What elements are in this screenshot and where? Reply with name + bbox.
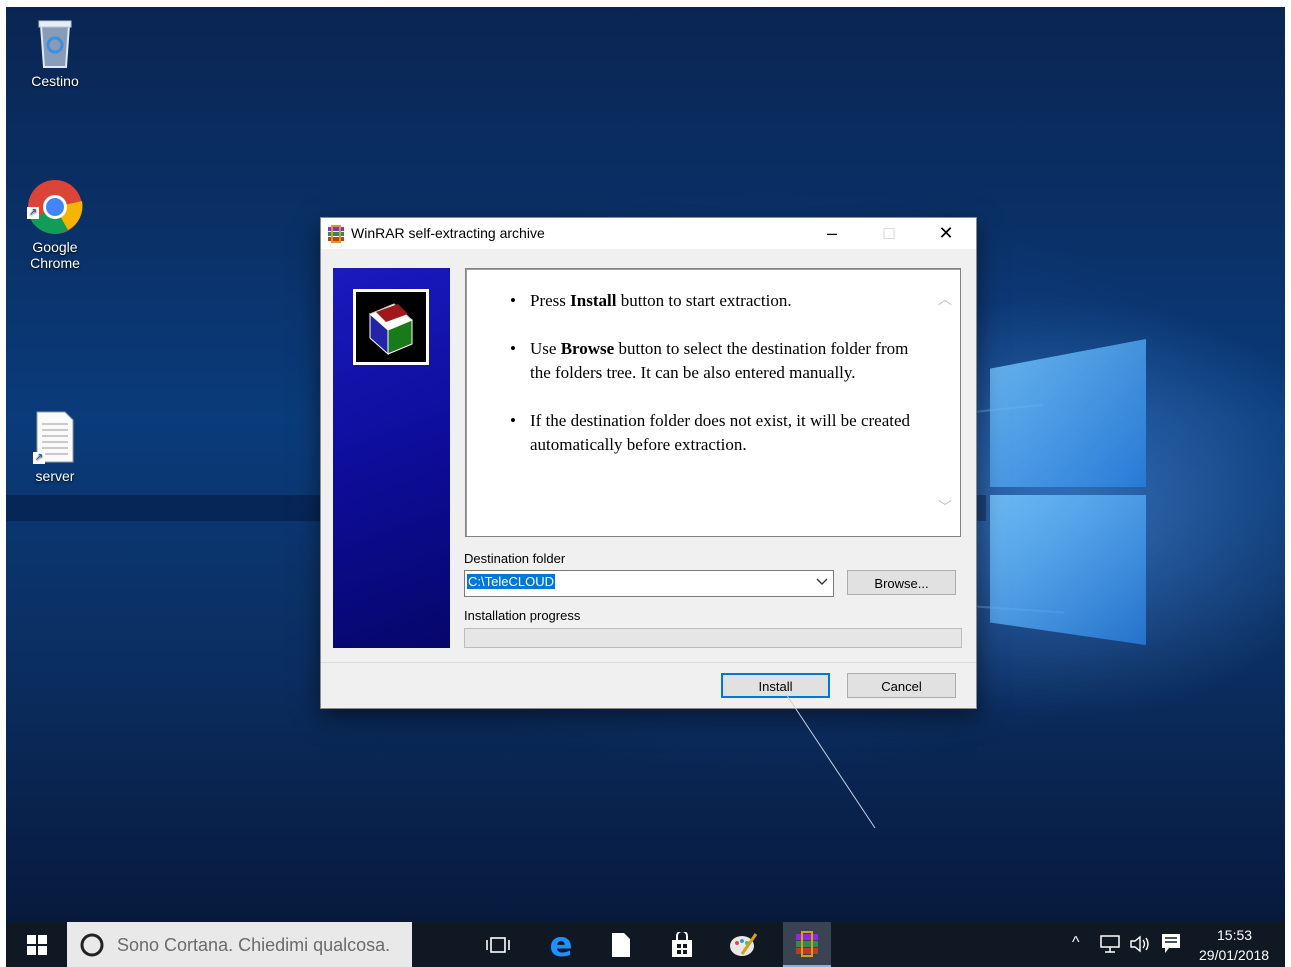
browse-button[interactable]: Browse... xyxy=(847,570,956,595)
footer-divider xyxy=(321,662,976,663)
windows-logo-pane xyxy=(990,495,1146,645)
action-center-icon[interactable] xyxy=(1161,933,1181,960)
task-view-icon[interactable] xyxy=(474,922,522,967)
scroll-down-icon[interactable]: ﹀ xyxy=(938,497,952,517)
desktop-icon-label: server xyxy=(35,468,75,484)
windows-logo-pane xyxy=(990,339,1146,487)
desktop-icon-label: Google Chrome xyxy=(30,239,80,271)
start-button[interactable] xyxy=(6,922,67,967)
destination-folder-combo[interactable]: C:\TeleCLOUD xyxy=(464,570,834,597)
sidebar-banner xyxy=(333,268,450,648)
winrar-icon xyxy=(327,225,345,243)
edge-icon[interactable]: e xyxy=(537,922,585,967)
windows-icon xyxy=(26,934,47,955)
winrar-taskbar-icon[interactable] xyxy=(783,922,831,967)
paint-icon[interactable] xyxy=(719,922,767,967)
network-icon[interactable] xyxy=(1099,934,1121,959)
cursor-trail xyxy=(785,693,876,829)
destination-folder-value[interactable]: C:\TeleCLOUD xyxy=(467,574,555,589)
recycle-bin-icon xyxy=(35,17,75,69)
instructions-list: • Press Install button to start extractio… xyxy=(466,269,960,457)
chevron-down-icon[interactable] xyxy=(816,575,828,592)
cortana-search-box[interactable]: Sono Cortana. Chiedimi qualcosa. xyxy=(67,922,412,967)
taskbar: Sono Cortana. Chiedimi qualcosa. e ^ 15:… xyxy=(6,922,1285,967)
desktop-icon-recycle-bin[interactable]: Cestino xyxy=(16,17,94,89)
title-bar[interactable]: WinRAR self-extracting archive – □ ✕ xyxy=(321,218,976,249)
installation-progress-label: Installation progress xyxy=(464,608,581,623)
instruction-item: • Use Browse button to select the destina… xyxy=(510,339,909,382)
shortcut-arrow-icon: ↗ xyxy=(27,207,39,219)
clock-date[interactable]: 29/01/2018 xyxy=(1199,947,1269,963)
shortcut-arrow-icon: ↗ xyxy=(33,452,45,464)
desktop-icon-server[interactable]: ↗ server xyxy=(16,410,94,484)
desktop-icon-chrome[interactable]: ↗ Google Chrome xyxy=(16,147,94,287)
archive-logo-icon xyxy=(353,289,429,365)
instruction-item: • If the destination folder does not exis… xyxy=(510,411,911,454)
window-title: WinRAR self-extracting archive xyxy=(351,225,545,241)
desktop-icon-label: Cestino xyxy=(31,73,79,89)
cortana-icon xyxy=(80,933,104,957)
instruction-item: • Press Install button to start extractio… xyxy=(510,291,792,310)
search-placeholder: Sono Cortana. Chiedimi qualcosa. xyxy=(117,935,391,955)
file-icon[interactable] xyxy=(597,922,645,967)
store-icon[interactable] xyxy=(658,922,706,967)
installation-progress-bar xyxy=(464,628,962,648)
maximize-button: □ xyxy=(883,223,895,243)
scroll-up-icon[interactable]: ︿ xyxy=(938,289,952,309)
instructions-box: • Press Install button to start extractio… xyxy=(465,268,961,537)
destination-folder-label: Destination folder xyxy=(464,551,566,566)
volume-icon[interactable] xyxy=(1129,934,1153,959)
minimize-button[interactable]: – xyxy=(809,218,855,249)
close-button[interactable]: ✕ xyxy=(923,218,969,249)
clock-time[interactable]: 15:53 xyxy=(1217,927,1252,943)
show-hidden-icons-icon[interactable]: ^ xyxy=(1072,934,1080,952)
winrar-dialog: WinRAR self-extracting archive – □ ✕ • Pr… xyxy=(320,217,977,709)
chrome-icon: ↗ xyxy=(27,163,83,234)
text-file-icon: ↗ xyxy=(33,410,77,464)
